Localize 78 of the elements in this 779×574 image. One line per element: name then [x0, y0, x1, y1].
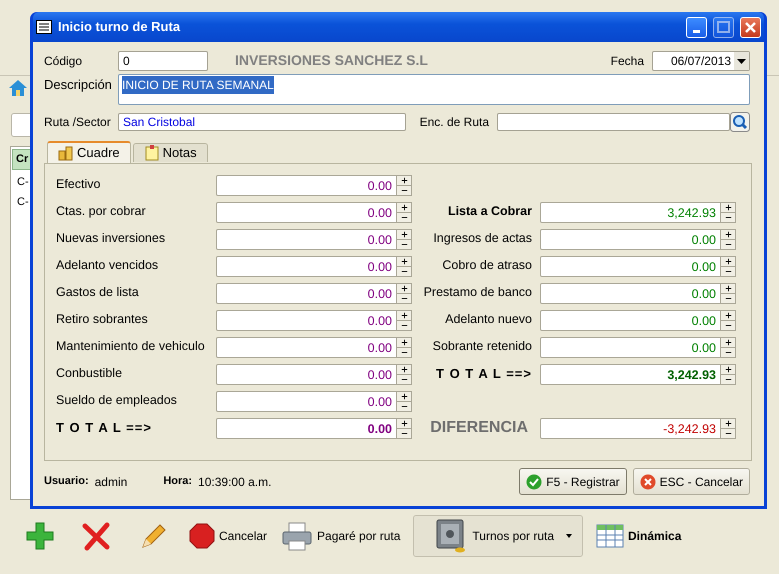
field-label: Lista a Cobrar [446, 203, 533, 220]
field-label: Mantenimiento de vehiculo [56, 338, 206, 355]
status-label: Hora: [163, 474, 192, 490]
number-field[interactable]: 0.00 [540, 310, 721, 330]
toolbar-button[interactable]: Dinámica [589, 515, 688, 557]
toolbar-button[interactable]: Cancelar [182, 515, 274, 557]
number-field[interactable]: 0.00 [216, 418, 397, 438]
input-field[interactable]: 0 [118, 50, 208, 70]
dialog-button[interactable]: F5 - Registrar [519, 468, 627, 495]
stop-sign-icon [189, 523, 215, 549]
number-field[interactable]: 0.00 [216, 256, 397, 276]
difference-label: DIFERENCIA [429, 418, 529, 438]
field-label: Código [44, 52, 84, 70]
number-field[interactable]: 0.00 [540, 228, 721, 250]
home-icon[interactable] [8, 78, 28, 97]
field-label: Descripción [44, 76, 113, 94]
number-field[interactable]: 0.00 [216, 336, 397, 358]
field-label: Ingresos de actas [432, 230, 533, 247]
close-button[interactable] [740, 16, 761, 38]
window-title: Inicio turno de Ruta [58, 18, 182, 36]
number-field[interactable]: 0.00 [216, 364, 397, 384]
number-field[interactable]: 0.00 [216, 390, 397, 412]
field-label: T O T A L ==> [56, 419, 153, 437]
field-label: T O T A L ==> [435, 365, 533, 383]
minimize-button[interactable] [686, 16, 707, 38]
field-label: Ruta /Sector [44, 114, 112, 131]
number-field[interactable]: 3,242.93 [540, 364, 721, 384]
input-field[interactable] [497, 113, 730, 131]
number-field[interactable]: 0.00 [216, 310, 397, 330]
status-label: Usuario: [44, 474, 89, 490]
field-label: Prestamo de banco [422, 284, 533, 301]
field-label: Sueldo de empleados [56, 392, 178, 409]
form-icon [36, 20, 52, 34]
number-field[interactable]: 3,242.93 [540, 202, 721, 222]
number-field[interactable]: 0.00 [216, 228, 397, 250]
check-icon [526, 474, 542, 490]
number-field[interactable]: -3,242.93 [540, 418, 721, 438]
field-label: Cobro de atraso [441, 257, 533, 274]
field-label: Enc. de Ruta [420, 114, 489, 131]
minimize-icon [693, 30, 700, 33]
field-label: Adelanto nuevo [444, 311, 533, 328]
field-label: Fecha [610, 52, 644, 70]
field-label: Ctas. por cobrar [56, 203, 147, 220]
number-field[interactable]: 0.00 [216, 282, 397, 304]
number-field[interactable]: 0.00 [540, 336, 721, 358]
x-icon[interactable] [81, 521, 111, 551]
toolbar-button[interactable]: Pagaré por ruta [274, 515, 408, 557]
field-label: Efectivo [56, 176, 102, 193]
maximize-icon [715, 18, 732, 36]
input-field[interactable]: San Cristobal [118, 113, 406, 131]
dialog-button[interactable]: ESC - Cancelar [632, 468, 750, 495]
description-field[interactable]: INICIO DE RUTA SEMANAL [118, 74, 750, 105]
tab[interactable]: Cuadre [47, 141, 131, 163]
cancel-icon [640, 474, 656, 490]
caret-icon [564, 533, 574, 539]
toolbar-button[interactable]: Turnos por ruta [413, 515, 584, 557]
dropdown-icon[interactable] [734, 52, 749, 70]
number-field[interactable]: 0.00 [216, 174, 397, 196]
field-label: Conbustible [56, 365, 124, 382]
status-value: admin [94, 474, 128, 490]
maximize-button[interactable] [713, 16, 734, 38]
note-icon [144, 145, 159, 161]
tab[interactable]: Notas [132, 143, 208, 162]
number-field[interactable]: 0.00 [540, 282, 721, 304]
field-label: Adelanto vencidos [56, 257, 160, 274]
coins-icon [58, 145, 73, 161]
field-label: Retiro sobrantes [56, 311, 149, 328]
date-field[interactable]: 06/07/2013 [652, 50, 750, 70]
field-label: Gastos de lista [56, 284, 140, 301]
printer-icon [281, 521, 314, 551]
status-value: 10:39:00 a.m. [198, 474, 272, 490]
company-name: INVERSIONES SANCHEZ S.L [235, 51, 428, 70]
number-field[interactable]: 0.00 [216, 202, 397, 222]
field-label: Nuevas inversiones [56, 230, 166, 247]
field-label: Sobrante retenido [432, 338, 533, 355]
search-icon[interactable] [730, 112, 750, 132]
number-field[interactable]: 0.00 [540, 256, 721, 276]
table-icon [596, 524, 624, 548]
